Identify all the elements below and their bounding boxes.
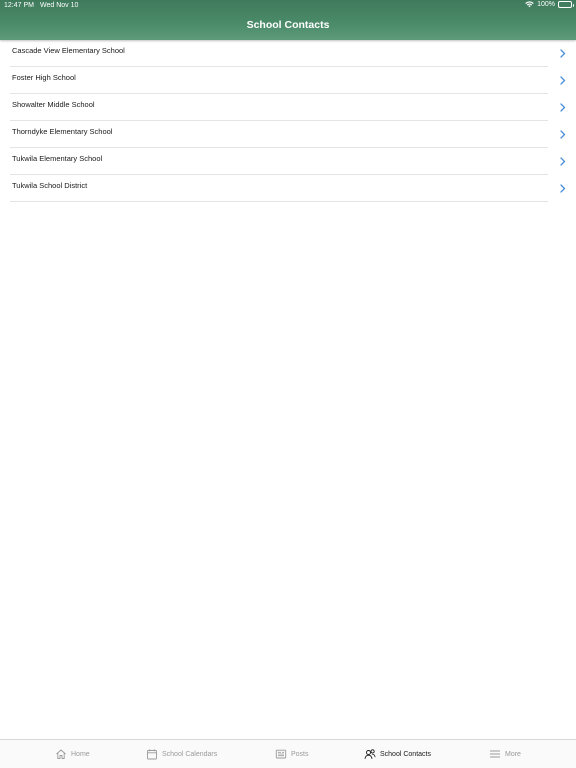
home-icon bbox=[56, 749, 66, 759]
status-indicators: 100% bbox=[525, 1, 574, 8]
contacts-icon bbox=[364, 749, 376, 759]
chevron-right-icon bbox=[560, 49, 566, 58]
tab-bar: Home School Calendars Posts School Conta… bbox=[0, 739, 576, 768]
contact-name: Tukwila School District bbox=[12, 181, 88, 190]
chevron-right-icon bbox=[560, 76, 566, 85]
newspaper-icon bbox=[275, 749, 287, 759]
contact-row[interactable]: Showalter Middle School bbox=[0, 94, 576, 121]
contact-row[interactable]: Tukwila Elementary School bbox=[0, 148, 576, 175]
chevron-right-icon bbox=[560, 130, 566, 139]
tab-label: Home bbox=[71, 750, 90, 758]
contact-row[interactable]: Thorndyke Elementary School bbox=[0, 121, 576, 148]
contact-row[interactable]: Tukwila School District bbox=[0, 175, 576, 202]
contact-name: Thorndyke Elementary School bbox=[12, 127, 113, 136]
tab-more[interactable]: More bbox=[489, 747, 521, 761]
row-divider bbox=[10, 201, 548, 202]
tab-label: School Calendars bbox=[162, 750, 218, 758]
contact-row[interactable]: Cascade View Elementary School bbox=[0, 40, 576, 67]
contact-name: Foster High School bbox=[12, 73, 76, 82]
menu-icon bbox=[490, 750, 500, 758]
chevron-right-icon bbox=[560, 157, 566, 166]
tab-home[interactable]: Home bbox=[55, 747, 90, 761]
status-time: 12:47 PM bbox=[4, 2, 34, 9]
status-bar: 12:47 PM Wed Nov 10 100% bbox=[0, 0, 576, 12]
tab-label: School Contacts bbox=[380, 750, 431, 758]
wifi-icon bbox=[525, 1, 534, 8]
tab-school-contacts[interactable]: School Contacts bbox=[364, 747, 431, 761]
calendar-icon bbox=[147, 749, 157, 760]
tab-label: More bbox=[505, 750, 521, 758]
battery-icon bbox=[558, 1, 574, 8]
battery-percent: 100% bbox=[537, 1, 555, 8]
contact-name: Tukwila Elementary School bbox=[12, 154, 103, 163]
tab-label: Posts bbox=[291, 750, 309, 758]
contact-row[interactable]: Foster High School bbox=[0, 67, 576, 94]
chevron-right-icon bbox=[560, 184, 566, 193]
chevron-right-icon bbox=[560, 103, 566, 112]
navigation-header: 12:47 PM Wed Nov 10 100% School Contacts bbox=[0, 0, 576, 40]
page-title: School Contacts bbox=[246, 19, 330, 31]
contact-name: Cascade View Elementary School bbox=[12, 46, 125, 55]
tab-posts[interactable]: Posts bbox=[275, 747, 309, 761]
status-date: Wed Nov 10 bbox=[40, 2, 79, 9]
tab-school-calendars[interactable]: School Calendars bbox=[146, 747, 217, 761]
contacts-list: Cascade View Elementary School Foster Hi… bbox=[0, 40, 576, 202]
contact-name: Showalter Middle School bbox=[12, 100, 95, 109]
